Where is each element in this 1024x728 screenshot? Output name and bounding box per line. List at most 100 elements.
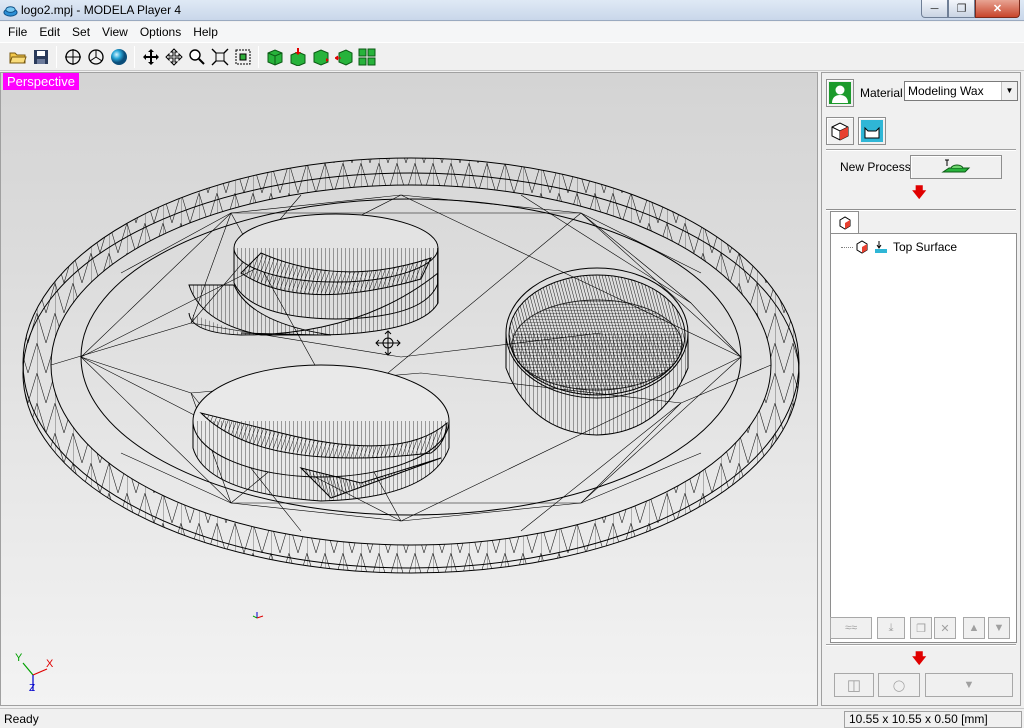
cut-icon: ▼ [963,679,975,691]
app-icon [3,6,18,17]
tree-connector [841,246,853,248]
workpiece-button[interactable] [826,117,854,145]
menu-bar: File Edit Set View Options Help [0,22,1024,42]
view-front-icon [87,48,104,65]
model-icon [861,120,883,142]
cube-left-icon [334,48,352,66]
minimize-button[interactable]: ─ [921,0,948,18]
user-icon [829,82,851,104]
fit-button[interactable] [208,45,231,68]
view-top-icon [64,48,81,65]
simulate-button[interactable]: ◯ [878,673,920,697]
cube-button-3[interactable] [309,45,332,68]
cube-button-1[interactable] [263,45,286,68]
workpiece-icon [856,240,868,254]
view-render-sphere-icon [110,48,127,65]
axis-y-label: Y [15,652,23,664]
material-value: Modeling Wax [908,84,984,98]
axis-triad: Y X Z [15,652,54,694]
user-button[interactable] [826,79,854,107]
panel-divider [826,644,1016,646]
view-top-button[interactable] [61,45,84,68]
status-dimensions: 10.55 x 10.55 x 0.50 [mm] [844,711,1022,728]
close-button[interactable]: ✕ [975,0,1020,18]
cube-rotate-icon [313,48,329,66]
surface-process-icon [875,241,887,253]
toolpath-button[interactable]: ≈≈ [830,617,872,639]
edit-icon: ⤓ [888,621,894,634]
new-process-button[interactable] [910,155,1002,179]
save-button[interactable] [29,45,52,68]
move-cursor-icon [375,330,401,356]
cube-button-4[interactable] [332,45,355,68]
cut-button[interactable]: ▼ [925,673,1013,697]
menu-options[interactable]: Options [134,23,187,41]
flow-arrow-icon: 🡇 [912,184,927,200]
save-icon [33,49,48,64]
menu-view[interactable]: View [96,23,134,41]
menu-set[interactable]: Set [66,23,96,41]
toolpath-icon: ≈≈ [844,622,858,634]
new-process-icon [941,159,971,173]
preview-button[interactable]: ◫ [834,673,874,697]
render-button[interactable] [107,45,130,68]
cube-down-icon [290,47,305,66]
toolbar-separator [134,45,135,68]
process-panel: Material Modeling Wax ▼ New Process 🡇 To… [821,72,1021,706]
view-front-button[interactable] [84,45,107,68]
copy-icon: ❐ [916,622,926,635]
edit-process-button[interactable]: ⤓ [877,617,905,639]
close-icon: ✕ [992,3,1003,15]
tree-item-top-surface[interactable]: Top Surface [841,240,957,254]
title-bar: logo2.mpj - MODELA Player 4 ─ ❐ ✕ [0,0,1024,21]
delete-icon: ✕ [940,622,950,635]
layout-button[interactable] [355,45,378,68]
axis-z-label: Z [29,683,35,694]
material-label: Material [860,86,903,100]
model-button[interactable] [858,117,886,145]
zoom-button[interactable] [185,45,208,68]
toolbar-separator [258,45,259,68]
chevron-down-icon: ▼ [1001,82,1017,100]
new-process-label: New Process [840,160,911,174]
wireframe-model: Y X Z [15,157,800,694]
arrow-down-icon: ▼ [993,622,1005,634]
zoom-box-button[interactable] [231,45,254,68]
open-button[interactable] [6,45,29,68]
toolbar-separator [56,45,57,68]
workpiece-icon [831,122,849,141]
material-select[interactable]: Modeling Wax ▼ [904,81,1018,101]
copy-button[interactable]: ❐ [910,617,932,639]
pan-icon [142,48,159,65]
move-button[interactable] [162,45,185,68]
menu-help[interactable]: Help [187,23,224,41]
arrow-up-icon: ▲ [968,622,980,634]
delete-button[interactable]: ✕ [934,617,956,639]
preview-block-icon: ◫ [846,677,862,694]
window-title: logo2.mpj - MODELA Player 4 [21,3,182,17]
restore-button[interactable]: ❐ [948,0,975,18]
restore-icon: ❐ [956,3,967,15]
3d-viewport[interactable]: Perspective Y X Z [0,72,818,706]
menu-edit[interactable]: Edit [33,23,66,41]
process-tree: Top Surface [830,233,1017,643]
menu-file[interactable]: File [2,23,33,41]
move-down-button[interactable]: ▼ [988,617,1010,639]
zoom-icon [188,48,205,65]
layout-icon [358,48,375,65]
status-bar: Ready 10.55 x 10.55 x 0.50 [mm] [0,708,1024,728]
move-up-button[interactable]: ▲ [963,617,985,639]
open-folder-icon [8,52,27,63]
panel-divider [826,149,1016,151]
pan-button[interactable] [139,45,162,68]
minimize-icon: ─ [930,2,939,15]
workpiece-tab-icon [839,215,850,230]
cube-green-icon [267,48,282,66]
cube-button-2[interactable] [286,45,309,68]
zoom-box-icon [235,49,250,64]
tab-processes[interactable] [830,211,859,233]
status-text: Ready [4,712,39,726]
toolbar [0,42,1024,71]
tree-item-label: Top Surface [893,240,958,254]
simulate-icon: ◯ [892,679,906,692]
